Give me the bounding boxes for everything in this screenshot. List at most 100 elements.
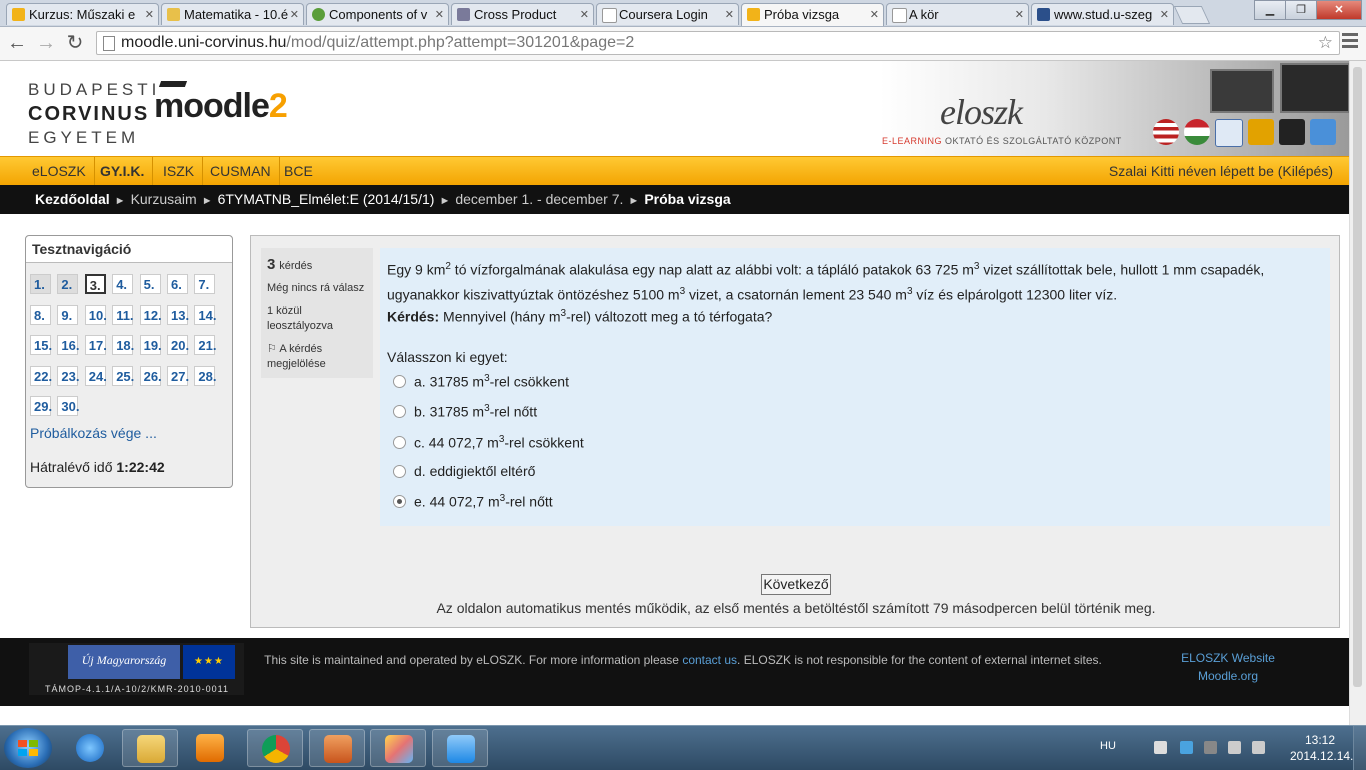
breadcrumb-course[interactable]: 6TYMATNB_Elmélet:E (2014/15/1) <box>218 191 435 207</box>
nav-item-cusman[interactable]: CUSMAN <box>202 157 280 186</box>
window-close-button[interactable]: ✕ <box>1316 0 1362 20</box>
taskbar-internet-explorer[interactable] <box>62 729 118 767</box>
quiz-nav-question-22[interactable]: 22. <box>30 365 52 386</box>
login-info[interactable]: Szalai Kitti néven lépett be (Kilépés) <box>1109 157 1333 186</box>
quiz-nav-question-1[interactable]: 1. <box>30 274 51 294</box>
browser-tab-a-kor[interactable]: A kör ✕ <box>886 3 1029 25</box>
quiz-nav-question-15[interactable]: 15. <box>30 335 52 355</box>
quiz-nav-question-2[interactable]: 2. <box>57 274 79 294</box>
radio-button[interactable] <box>393 436 406 450</box>
close-icon[interactable]: ✕ <box>290 4 299 25</box>
scrollbar-thumb[interactable] <box>1353 67 1362 687</box>
breadcrumb-my-courses[interactable]: Kurzusaim <box>131 191 197 207</box>
hungarian-flag-icon[interactable] <box>1184 119 1210 145</box>
quiz-nav-question-19[interactable]: 19. <box>139 335 162 355</box>
quiz-nav-question-26[interactable]: 26. <box>139 365 162 386</box>
bookmark-star-icon[interactable]: ☆ <box>1318 32 1333 54</box>
browser-tab-stud[interactable]: www.stud.u-szeg ✕ <box>1031 3 1174 25</box>
action-center-flag-icon[interactable] <box>1154 741 1167 754</box>
quiz-nav-question-17[interactable]: 17. <box>84 335 107 355</box>
dropbox-icon[interactable] <box>1180 741 1193 754</box>
browser-tab-coursera[interactable]: Coursera Login ✕ <box>596 3 739 25</box>
quiz-nav-question-20[interactable]: 20. <box>167 335 189 355</box>
page-scrollbar[interactable] <box>1349 61 1366 725</box>
quiz-nav-question-30[interactable]: 30. <box>57 396 79 416</box>
radio-button[interactable] <box>393 375 406 389</box>
device-icon[interactable] <box>1204 741 1217 754</box>
quiz-nav-question-10[interactable]: 10. <box>84 304 107 325</box>
radio-button[interactable] <box>393 405 406 419</box>
close-icon[interactable]: ✕ <box>1015 4 1024 25</box>
quiz-nav-question-21[interactable]: 21. <box>194 335 216 355</box>
taskbar-photo-viewer[interactable] <box>432 729 488 767</box>
clock[interactable]: 13:12 2014.12.14. <box>1290 732 1353 764</box>
finish-attempt-link[interactable]: Próbálkozás vége ... <box>30 425 157 441</box>
start-button[interactable] <box>4 728 52 768</box>
network-signal-icon[interactable] <box>1228 741 1241 754</box>
moodle-logo[interactable]: moodle2 <box>154 81 288 126</box>
quiz-nav-question-23[interactable]: 23. <box>57 365 79 386</box>
nav-item-eloszk[interactable]: eLOSZK <box>24 157 95 186</box>
taskbar-media-player[interactable] <box>182 729 238 767</box>
close-icon[interactable]: ✕ <box>1160 4 1169 25</box>
quiz-nav-question-5[interactable]: 5. <box>139 274 161 294</box>
quiz-nav-question-14[interactable]: 14. <box>194 304 216 325</box>
forward-arrow-icon[interactable]: → <box>35 32 57 54</box>
show-desktop-button[interactable] <box>1353 726 1366 770</box>
quiz-nav-question-13[interactable]: 13. <box>167 304 189 325</box>
breadcrumb-home[interactable]: Kezdőoldal <box>35 191 110 207</box>
finder-icon[interactable] <box>1310 119 1336 145</box>
back-arrow-icon[interactable]: ← <box>6 32 28 54</box>
film-icon[interactable] <box>1279 119 1305 145</box>
answer-option-c[interactable]: c. 44 072,7 m3-rel csökkent <box>393 434 584 451</box>
quiz-nav-question-29[interactable]: 29. <box>30 396 52 416</box>
nav-item-bce[interactable]: BCE <box>276 157 321 186</box>
next-button[interactable]: Következő <box>761 574 831 595</box>
nav-item-gyik[interactable]: GY.I.K. <box>92 157 154 186</box>
quiz-nav-question-27[interactable]: 27. <box>167 365 189 386</box>
contact-us-link[interactable]: contact us <box>682 653 737 667</box>
flag-question[interactable]: ⚐ A kérdés megjelölése <box>267 342 367 372</box>
quiz-nav-question-9[interactable]: 9. <box>57 304 79 325</box>
address-bar[interactable]: moodle.uni-corvinus.hu/mod/quiz/attempt.… <box>96 31 1340 55</box>
close-icon[interactable]: ✕ <box>725 4 734 25</box>
maximize-button[interactable]: ❐ <box>1285 0 1317 20</box>
book-icon[interactable] <box>1248 119 1274 145</box>
answer-option-b[interactable]: b. 31785 m3-rel nőtt <box>393 403 537 420</box>
browser-tab-kurzus[interactable]: Kurzus: Műszaki e ✕ <box>6 3 159 25</box>
answer-option-a[interactable]: a. 31785 m3-rel csökkent <box>393 373 569 390</box>
close-icon[interactable]: ✕ <box>435 4 444 25</box>
corvinus-logo[interactable]: BUDAPESTI CORVINUS EGYETEM <box>28 78 160 150</box>
moodle-org-link[interactable]: Moodle.org <box>1158 667 1298 685</box>
answer-option-e[interactable]: e. 44 072,7 m3-rel nőtt <box>393 493 553 510</box>
quiz-nav-question-8[interactable]: 8. <box>30 304 51 325</box>
quiz-nav-question-12[interactable]: 12. <box>139 304 162 325</box>
eloszk-website-link[interactable]: ELOSZK Website <box>1158 649 1298 667</box>
taskbar-chrome[interactable] <box>247 729 303 767</box>
taskbar-paint[interactable] <box>370 729 426 767</box>
close-icon[interactable]: ✕ <box>145 4 154 25</box>
english-flag-icon[interactable] <box>1153 119 1179 145</box>
browser-tab-cross-product[interactable]: Cross Product ✕ <box>451 3 594 25</box>
nav-item-iszk[interactable]: ISZK <box>155 157 204 186</box>
quiz-nav-question-7[interactable]: 7. <box>194 274 216 294</box>
quiz-nav-question-16[interactable]: 16. <box>57 335 79 355</box>
quiz-nav-question-3[interactable]: 3. <box>84 274 106 294</box>
quiz-nav-question-28[interactable]: 28. <box>194 365 216 386</box>
new-tab-button[interactable] <box>1173 6 1211 24</box>
breadcrumb-week[interactable]: december 1. - december 7. <box>455 191 623 207</box>
taskbar-explorer[interactable] <box>122 729 178 767</box>
quiz-nav-question-18[interactable]: 18. <box>112 335 134 355</box>
radio-button[interactable] <box>393 464 406 478</box>
quiz-nav-question-24[interactable]: 24. <box>84 365 107 386</box>
volume-icon[interactable] <box>1252 741 1265 754</box>
browser-tab-proba-vizsga[interactable]: Próba vizsga ✕ <box>741 3 884 26</box>
browser-tab-matematika[interactable]: Matematika - 10.é ✕ <box>161 3 304 25</box>
close-icon[interactable]: ✕ <box>870 4 879 26</box>
language-indicator[interactable]: HU <box>1100 740 1116 752</box>
quiz-nav-question-6[interactable]: 6. <box>167 274 188 294</box>
quiz-nav-question-11[interactable]: 11. <box>112 304 134 325</box>
answer-option-d[interactable]: d. eddigiektől eltérő <box>393 463 535 479</box>
close-icon[interactable]: ✕ <box>580 4 589 25</box>
eloszk-logo[interactable]: eloszk <box>940 91 1023 133</box>
